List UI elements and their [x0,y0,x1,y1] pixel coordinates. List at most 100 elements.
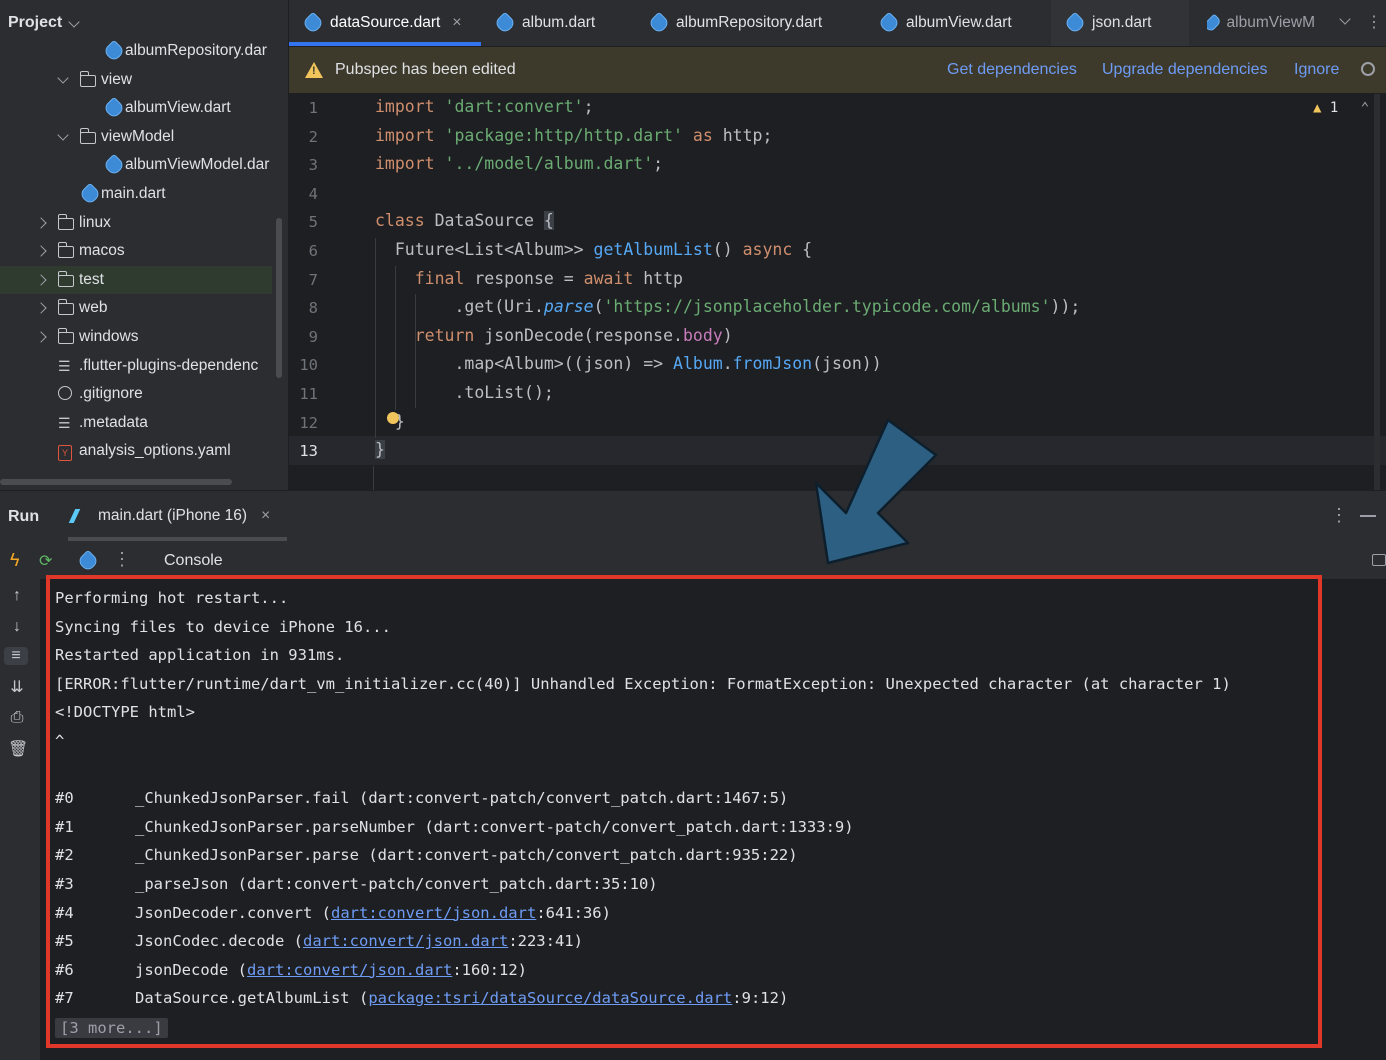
gear-icon[interactable] [1361,62,1375,76]
minimize-icon[interactable] [1360,515,1376,517]
project-tree-item[interactable]: viewModel [0,123,272,151]
line-number: 5 [308,213,318,232]
dart-file-icon [78,182,102,206]
dart-file-icon [301,11,325,35]
project-tree-item[interactable]: Yanalysis_options.yaml [0,437,272,465]
chevron-right-icon[interactable] [35,331,47,343]
project-horizontal-scrollbar[interactable] [0,479,232,485]
project-tree-item[interactable]: linux [0,209,272,237]
code-line: final response = await http [414,269,683,288]
tree-item-label: macos [79,242,125,260]
ignore-link[interactable]: Ignore [1294,61,1339,79]
highlight-box [46,575,1322,1048]
folder-icon [57,213,76,231]
console-tab[interactable]: Console [164,552,223,570]
soft-wrap-icon[interactable]: ≡ [4,647,28,665]
print-icon[interactable]: ⎙ [8,709,26,727]
tab-label: albumView.dart [906,14,1012,31]
project-tree-item[interactable]: test [0,265,272,294]
line-number: 9 [308,327,318,346]
chevron-down-icon[interactable] [57,129,69,142]
tree-item-label: albumView.dart [125,99,231,117]
chevron-up-icon[interactable]: ⌃ [1361,100,1369,116]
project-tree-item[interactable]: view [0,66,272,94]
code-line: .toList(); [375,383,554,402]
scroll-to-end-icon[interactable]: ⇊ [8,679,26,697]
project-tree-item[interactable]: macos [0,237,272,265]
upgrade-dependencies-link[interactable]: Upgrade dependencies [1102,61,1267,79]
warning-icon: ▲ [1313,100,1322,116]
banner-message: Pubspec has been edited [335,61,516,78]
tab-datasource[interactable]: dataSource.dart × [301,0,462,46]
active-tab-indicator [68,537,287,541]
more-vertical-icon[interactable]: ⋮ [1330,505,1348,526]
tree-item-label: .metadata [79,413,148,431]
chevron-right-icon[interactable] [35,302,47,315]
tree-item-label: main.dart [101,185,166,202]
tree-item-label: view [101,70,133,88]
code-line: .map<Album>((json) => Album.fromJson(jso… [375,354,882,373]
code-line: .get(Uri.parse('https://jsonplaceholder.… [375,297,1081,316]
inspection-widget[interactable]: ▲ 1 ⌃ [1313,100,1369,116]
arrow-up-icon[interactable]: ↑ [8,587,26,605]
layout-icon[interactable] [1372,554,1386,566]
project-tree-item[interactable]: albumViewModel.dar [0,151,272,179]
folder-icon [79,70,98,88]
project-tree-item[interactable]: ☰ .metadata [0,409,272,437]
chevron-right-icon[interactable] [35,274,47,286]
folder-icon [57,270,76,288]
dart-file-icon [102,39,126,63]
code-line: return jsonDecode(response.body) [414,326,733,345]
ignore-file-icon [58,386,76,402]
folder-icon [57,242,76,259]
lightbulb-icon[interactable] [387,412,399,424]
tree-item-label: analysis_options.yaml [79,442,231,460]
chevron-down-icon[interactable] [68,15,80,28]
run-config-tab[interactable]: main.dart (iPhone 16) × [68,491,270,541]
project-tree-item[interactable]: web [0,294,272,322]
tree-item-label: web [79,299,108,317]
chevron-right-icon[interactable] [35,245,47,257]
close-icon[interactable]: × [452,14,461,32]
project-tree-item[interactable]: main.dart [0,180,272,208]
project-vertical-scrollbar[interactable] [276,218,282,378]
line-number: 7 [308,270,318,289]
tab-album-view[interactable]: albumView.dart [877,0,1012,46]
chevron-right-icon[interactable] [35,216,47,229]
inspection-count: 1 [1329,100,1339,116]
project-tree-item[interactable]: albumView.dart [0,94,272,122]
tree-item-label: viewModel [101,127,175,145]
project-tree-item[interactable]: albumRepository.dar [0,37,272,65]
more-vertical-icon[interactable]: ⋮ [113,549,131,570]
dart-file-icon [1063,11,1087,35]
warning-icon: ! [305,62,323,78]
get-dependencies-link[interactable]: Get dependencies [947,61,1077,79]
line-number: 6 [308,242,318,260]
annotation-arrow [814,418,938,565]
hot-restart-icon[interactable]: ⟳ [39,551,52,571]
tab-album-viewmodel[interactable]: albumViewM [1207,0,1315,46]
tab-album[interactable]: album.dart [493,0,596,46]
pubspec-banner: ! Pubspec has been edited Get dependenci… [289,47,1386,94]
run-header: Run main.dart (iPhone 16) × ⋮ [0,491,1386,541]
line-number: 8 [308,299,318,318]
project-tree-item[interactable]: windows [0,323,272,351]
project-panel: Project albumRepository.dar view albumView… [0,0,288,490]
arrow-down-icon[interactable]: ↓ [8,618,26,636]
dart-file-icon [493,11,517,35]
project-tree-item[interactable]: .gitignore [0,380,272,408]
project-tree-item[interactable]: ☰ .flutter-plugins-dependenc [0,352,272,380]
devtools-icon[interactable] [76,549,100,573]
tree-item-label: test [79,270,104,288]
folder-icon [57,299,76,316]
tab-label: album.dart [522,14,596,31]
more-vertical-icon[interactable]: ⋮ [1366,12,1382,32]
close-icon[interactable]: × [261,507,270,525]
chevron-down-icon[interactable] [57,71,69,85]
tab-album-repository[interactable]: albumRepository.dart [647,0,822,46]
line-number: 4 [308,184,318,203]
trash-icon[interactable]: 🗑 [8,741,28,759]
hot-reload-icon[interactable]: ϟ [10,551,20,569]
editor-scrollbar[interactable] [1374,94,1380,490]
tab-json[interactable]: json.dart [1051,0,1189,46]
